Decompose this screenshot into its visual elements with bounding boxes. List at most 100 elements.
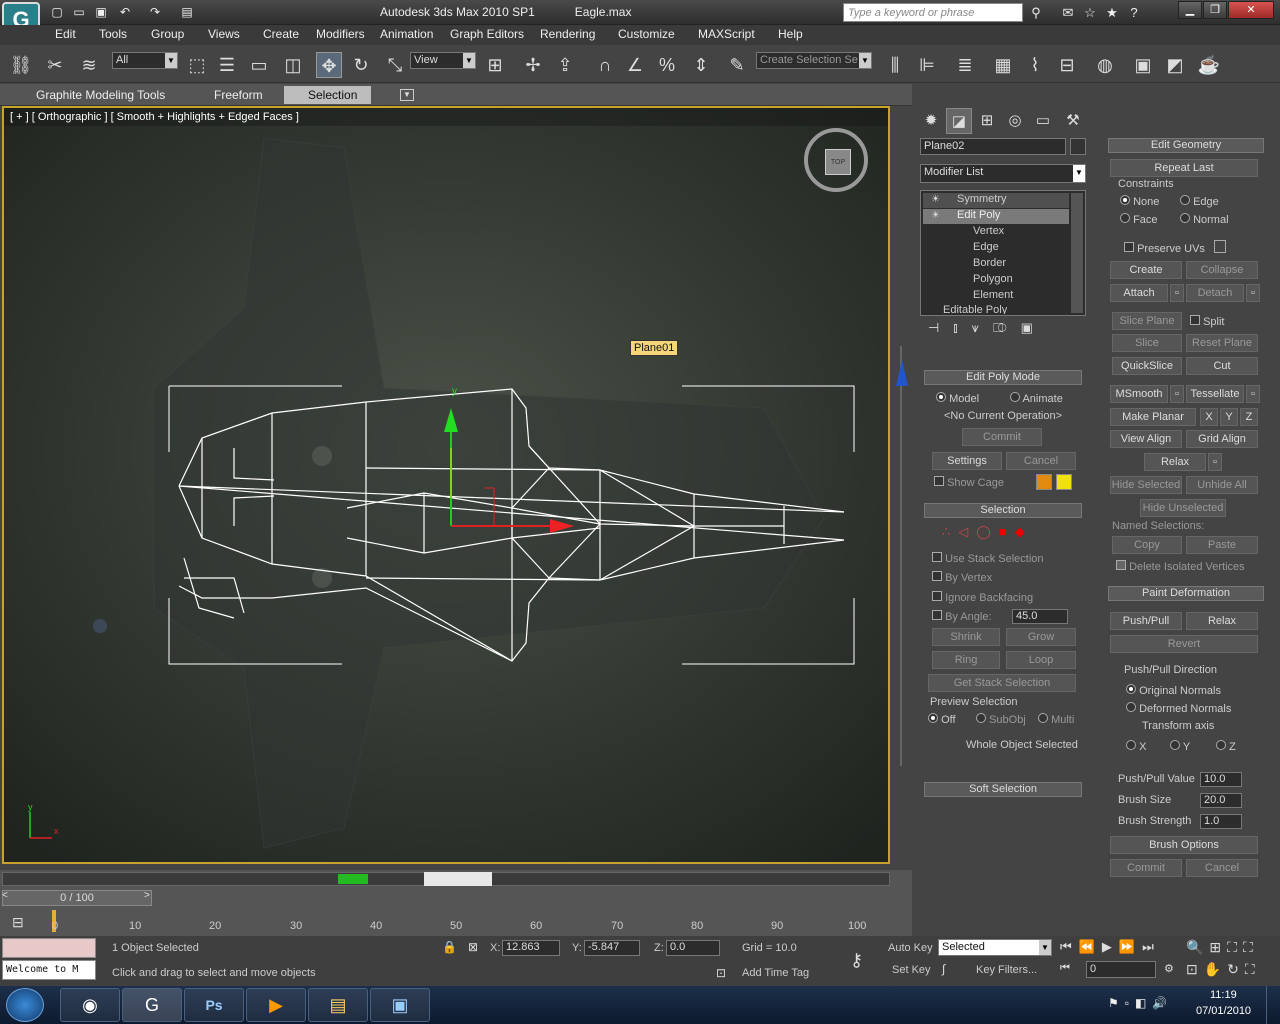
stack-item-edge[interactable]: Edge (973, 241, 999, 253)
paste-button[interactable]: Paste (1186, 536, 1258, 554)
menu-rendering[interactable]: Rendering (540, 27, 595, 41)
preserve-uvs-checkbox[interactable] (1124, 242, 1134, 252)
render-teapot-icon[interactable]: ☕ (1196, 52, 1222, 78)
maxscript-input[interactable]: Welcome to M (2, 960, 96, 980)
playback-controls[interactable]: ⏮⏪▶⏩⏭ (1060, 939, 1190, 955)
mini-curve-editor-icon[interactable]: ⊟ (12, 914, 24, 931)
model-radio[interactable] (936, 392, 946, 402)
push-pull-value-spinner[interactable]: 10.0 (1200, 772, 1242, 787)
angle-snap-icon[interactable]: ∠ (622, 52, 648, 78)
select-and-scale-icon[interactable]: ⤡ (382, 52, 408, 78)
x-coordinate-field[interactable]: 12.863 (502, 940, 560, 956)
relax-settings-icon[interactable]: ▫ (1208, 453, 1222, 471)
ribbon-minimize-icon[interactable]: ▼ (400, 89, 414, 101)
push-pull-button[interactable]: Push/Pull (1110, 612, 1182, 630)
spinner-snap-icon[interactable]: ⇕ (688, 52, 714, 78)
attach-button[interactable]: Attach (1110, 284, 1168, 302)
frame-ruler[interactable]: ⊟ 0 10 20 30 40 50 60 70 80 90 100 (0, 910, 912, 936)
redo-icon[interactable]: ↷ (146, 4, 164, 20)
tab-freeform[interactable]: Freeform (214, 88, 263, 102)
minimize-button[interactable]: ▁ (1178, 1, 1202, 19)
preview-multi-radio[interactable] (1038, 713, 1048, 723)
tessellate-settings-icon[interactable]: ▫ (1246, 385, 1260, 403)
tab-selection[interactable]: Selection (284, 86, 372, 104)
grow-button[interactable]: Grow (1006, 628, 1076, 646)
new-file-icon[interactable]: ▢ (48, 4, 66, 20)
axis-y-radio[interactable] (1170, 740, 1180, 750)
menu-edit[interactable]: Edit (55, 27, 76, 41)
by-vertex-checkbox[interactable] (932, 571, 942, 581)
menu-modifiers[interactable]: Modifiers (316, 27, 365, 41)
photoshop-taskbar-icon[interactable]: Ps (184, 988, 244, 1022)
3dsmax-taskbar-icon[interactable]: G (122, 988, 182, 1022)
preview-subobj-radio[interactable] (976, 713, 986, 723)
menu-tools[interactable]: Tools (99, 27, 127, 41)
by-angle-checkbox[interactable] (932, 610, 942, 620)
display-tab-icon[interactable]: ▭ (1030, 108, 1056, 134)
brush-options-button[interactable]: Brush Options (1110, 836, 1258, 854)
communication-icon[interactable]: ✉ (1058, 3, 1078, 22)
close-button[interactable]: ✕ (1228, 1, 1274, 19)
preview-off-radio[interactable] (928, 713, 938, 723)
select-object-icon[interactable]: ⬚ (184, 52, 210, 78)
save-icon[interactable]: ▣ (92, 4, 110, 20)
selected-key-marker[interactable] (338, 874, 368, 884)
stack-item-element[interactable]: Element (973, 289, 1013, 301)
brush-strength-spinner[interactable]: 1.0 (1200, 814, 1242, 829)
window-crossing-icon[interactable]: ◫ (280, 52, 306, 78)
key-mode-dropdown[interactable]: Selected ▼ (938, 939, 1052, 956)
attach-settings-icon[interactable]: ▫ (1170, 284, 1184, 302)
favorites-icon[interactable]: ☆ (1080, 3, 1100, 22)
open-file-icon[interactable]: ▭ (70, 4, 88, 20)
time-config-icon[interactable]: ⚙ (1164, 962, 1174, 975)
layer-manager-icon[interactable]: ≣ (952, 52, 978, 78)
use-stack-selection-checkbox[interactable] (932, 552, 942, 562)
cancel-button[interactable]: Cancel (1006, 452, 1076, 470)
menu-group[interactable]: Group (151, 27, 184, 41)
rollout-edit-geometry[interactable]: Edit Geometry (1108, 138, 1264, 153)
make-planar-button[interactable]: Make Planar (1110, 408, 1196, 426)
stack-item-polygon[interactable]: Polygon (973, 273, 1013, 285)
schematic-view-icon[interactable]: ⊟ (1054, 52, 1080, 78)
stack-item-vertex[interactable]: Vertex (973, 225, 1004, 237)
curve-editor-icon[interactable]: ⌇ (1022, 52, 1048, 78)
media-player-taskbar-icon[interactable]: ▶ (246, 988, 306, 1022)
star-icon[interactable]: ★ (1102, 3, 1122, 22)
unhide-all-button[interactable]: Unhide All (1186, 476, 1258, 494)
stack-item-editable-poly[interactable]: Editable Poly (943, 304, 1007, 314)
revert-button[interactable]: Revert (1110, 635, 1258, 653)
select-and-link-icon[interactable]: ⛓ (8, 52, 34, 78)
auto-key-button[interactable]: Auto Key (888, 942, 933, 954)
menu-maxscript[interactable]: MAXScript (698, 27, 755, 41)
help-icon[interactable]: ? (1124, 3, 1144, 22)
commit-button[interactable]: Commit (962, 428, 1042, 446)
current-frame-field[interactable]: 0 (1086, 961, 1156, 978)
view-align-button[interactable]: View Align (1110, 430, 1182, 448)
relax-button[interactable]: Relax (1144, 453, 1206, 471)
system-tray-icons[interactable]: ⚑▫◧🔊 (1108, 996, 1173, 1010)
hide-selected-button[interactable]: Hide Selected (1110, 476, 1182, 494)
viewport-nav-top[interactable]: 🔍⊞⛶⛶ (1186, 939, 1278, 956)
msmooth-button[interactable]: MSmooth (1110, 385, 1168, 403)
subobject-level-icons[interactable]: ∴◁◯■◆ (942, 524, 1082, 540)
reference-coordinate-dropdown[interactable]: View ▼ (410, 52, 476, 69)
search-input[interactable]: Type a keyword or phrase (843, 3, 1023, 22)
snaps-toggle-icon[interactable]: ∩ (592, 52, 618, 78)
key-filters-button[interactable]: Key Filters... (976, 964, 1037, 976)
menu-create[interactable]: Create (263, 27, 299, 41)
time-slider[interactable]: 0 / 100 (2, 890, 152, 906)
stack-item-border[interactable]: Border (973, 257, 1006, 269)
maxscript-listener-mini[interactable] (2, 938, 96, 958)
rollout-edit-poly-mode[interactable]: Edit Poly Mode (924, 370, 1082, 385)
angle-spinner[interactable]: 45.0 (1012, 609, 1068, 624)
select-and-move-icon[interactable]: ✥ (316, 52, 342, 78)
keyboard-shortcut-icon[interactable]: ⇪ (552, 52, 578, 78)
key-range-marker[interactable] (424, 872, 492, 886)
slice-plane-button[interactable]: Slice Plane (1112, 312, 1182, 330)
rollout-selection[interactable]: Selection (924, 503, 1082, 518)
pivot-center-icon[interactable]: ⊞ (482, 52, 508, 78)
graphite-toggle-icon[interactable]: ▦ (990, 52, 1016, 78)
object-name-field[interactable]: Plane02 (920, 138, 1066, 155)
rollout-soft-selection[interactable]: Soft Selection (924, 782, 1082, 797)
create-button[interactable]: Create (1110, 261, 1182, 279)
